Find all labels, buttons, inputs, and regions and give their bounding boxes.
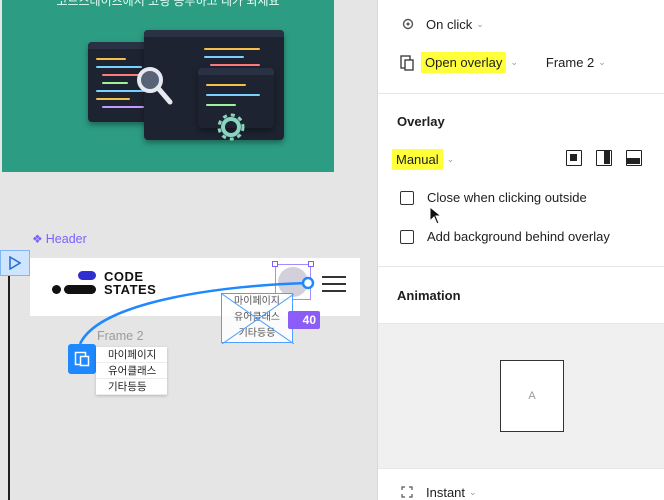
- prototype-panel: On click ⌄ Open overlay ⌄ Frame 2 ⌄ Over…: [377, 0, 664, 500]
- animation-preview-area: A: [378, 323, 664, 469]
- component-icon: ❖: [32, 232, 43, 246]
- chevron-down-icon: ⌄: [446, 154, 455, 164]
- add-background-label: Add background behind overlay: [427, 229, 610, 244]
- divider: [378, 266, 664, 267]
- close-outside-label: Close when clicking outside: [427, 190, 587, 205]
- size-value: 40: [302, 313, 316, 327]
- design-canvas[interactable]: 코드스테이츠에서 코딩 공부하고 네가 되세요 ❖ Header CODE ST…: [0, 0, 378, 500]
- gear-icon: [217, 113, 245, 141]
- chevron-down-icon: ⌄: [510, 57, 518, 67]
- overlay-position-buttons: [566, 150, 642, 166]
- trigger-dropdown[interactable]: On click: [426, 17, 472, 32]
- overlay-icon: [74, 351, 90, 367]
- resize-handle[interactable]: [308, 261, 314, 267]
- hero-text: 코드스테이츠에서 코딩 공부하고 네가 되세요: [56, 0, 280, 8]
- mouse-cursor-icon: [429, 206, 443, 225]
- action-dropdown[interactable]: Open overlay: [421, 52, 507, 73]
- list-item: 유어클래스: [96, 363, 167, 379]
- animation-type-dropdown[interactable]: Instant: [426, 485, 465, 500]
- flow-starting-point[interactable]: [0, 250, 30, 276]
- position-center-icon[interactable]: [566, 150, 582, 166]
- component-name-label[interactable]: ❖ Header: [32, 232, 87, 246]
- destination-dropdown[interactable]: Frame 2: [546, 55, 594, 70]
- position-right-icon[interactable]: [596, 150, 612, 166]
- overlay-action-icon: [399, 54, 415, 71]
- animation-type-row[interactable]: Instant ⌄: [378, 484, 664, 500]
- chevron-down-icon: ⌄: [598, 57, 606, 67]
- codestates-logo: CODE STATES: [52, 268, 162, 298]
- hamburger-menu-icon[interactable]: [322, 276, 346, 297]
- add-background-checkbox[interactable]: [400, 229, 414, 244]
- add-background-row[interactable]: Add background behind overlay: [378, 229, 664, 244]
- component-name: Header: [45, 232, 87, 246]
- divider: [378, 93, 664, 94]
- animation-section-title: Animation: [397, 288, 461, 303]
- frame2-label[interactable]: Frame 2: [97, 329, 144, 343]
- size-badge: 40: [288, 311, 320, 329]
- magnifier-icon: [137, 67, 173, 105]
- instant-icon: [399, 484, 415, 500]
- frame-placeholder-cross: [222, 294, 294, 344]
- hero-banner-frame[interactable]: 코드스테이츠에서 코딩 공부하고 네가 되세요: [2, 0, 334, 172]
- frame-edge-line: [8, 276, 10, 500]
- play-icon: [9, 256, 21, 270]
- trigger-row[interactable]: On click ⌄: [378, 16, 664, 32]
- list-item: 기타등등: [96, 379, 167, 395]
- close-outside-row[interactable]: Close when clicking outside: [378, 190, 664, 205]
- resize-handle[interactable]: [272, 261, 278, 267]
- overlay-frame-icon[interactable]: [68, 344, 96, 374]
- list-item: 마이페이지: [96, 347, 167, 363]
- logo-word-states: STATES: [104, 282, 157, 297]
- close-outside-checkbox[interactable]: [400, 190, 414, 205]
- menu-overlay-frame[interactable]: 마이페이지 유어클래스 기타등등: [221, 293, 294, 344]
- chevron-down-icon: ⌄: [469, 486, 477, 497]
- overlay-section-title: Overlay: [397, 114, 445, 129]
- trigger-icon: [400, 16, 416, 32]
- figma-window: 코드스테이츠에서 코딩 공부하고 네가 되세요 ❖ Header CODE ST…: [0, 0, 664, 500]
- frame2-menu-list[interactable]: 마이페이지 유어클래스 기타등등: [96, 347, 167, 395]
- preview-letter: A: [528, 390, 536, 402]
- animation-preview-card: A: [500, 360, 564, 432]
- overlay-position-dropdown[interactable]: Manual: [392, 149, 443, 170]
- position-bottom-icon[interactable]: [626, 150, 642, 166]
- action-row[interactable]: Open overlay ⌄ Frame 2 ⌄: [378, 52, 664, 73]
- chevron-down-icon: ⌄: [476, 18, 484, 29]
